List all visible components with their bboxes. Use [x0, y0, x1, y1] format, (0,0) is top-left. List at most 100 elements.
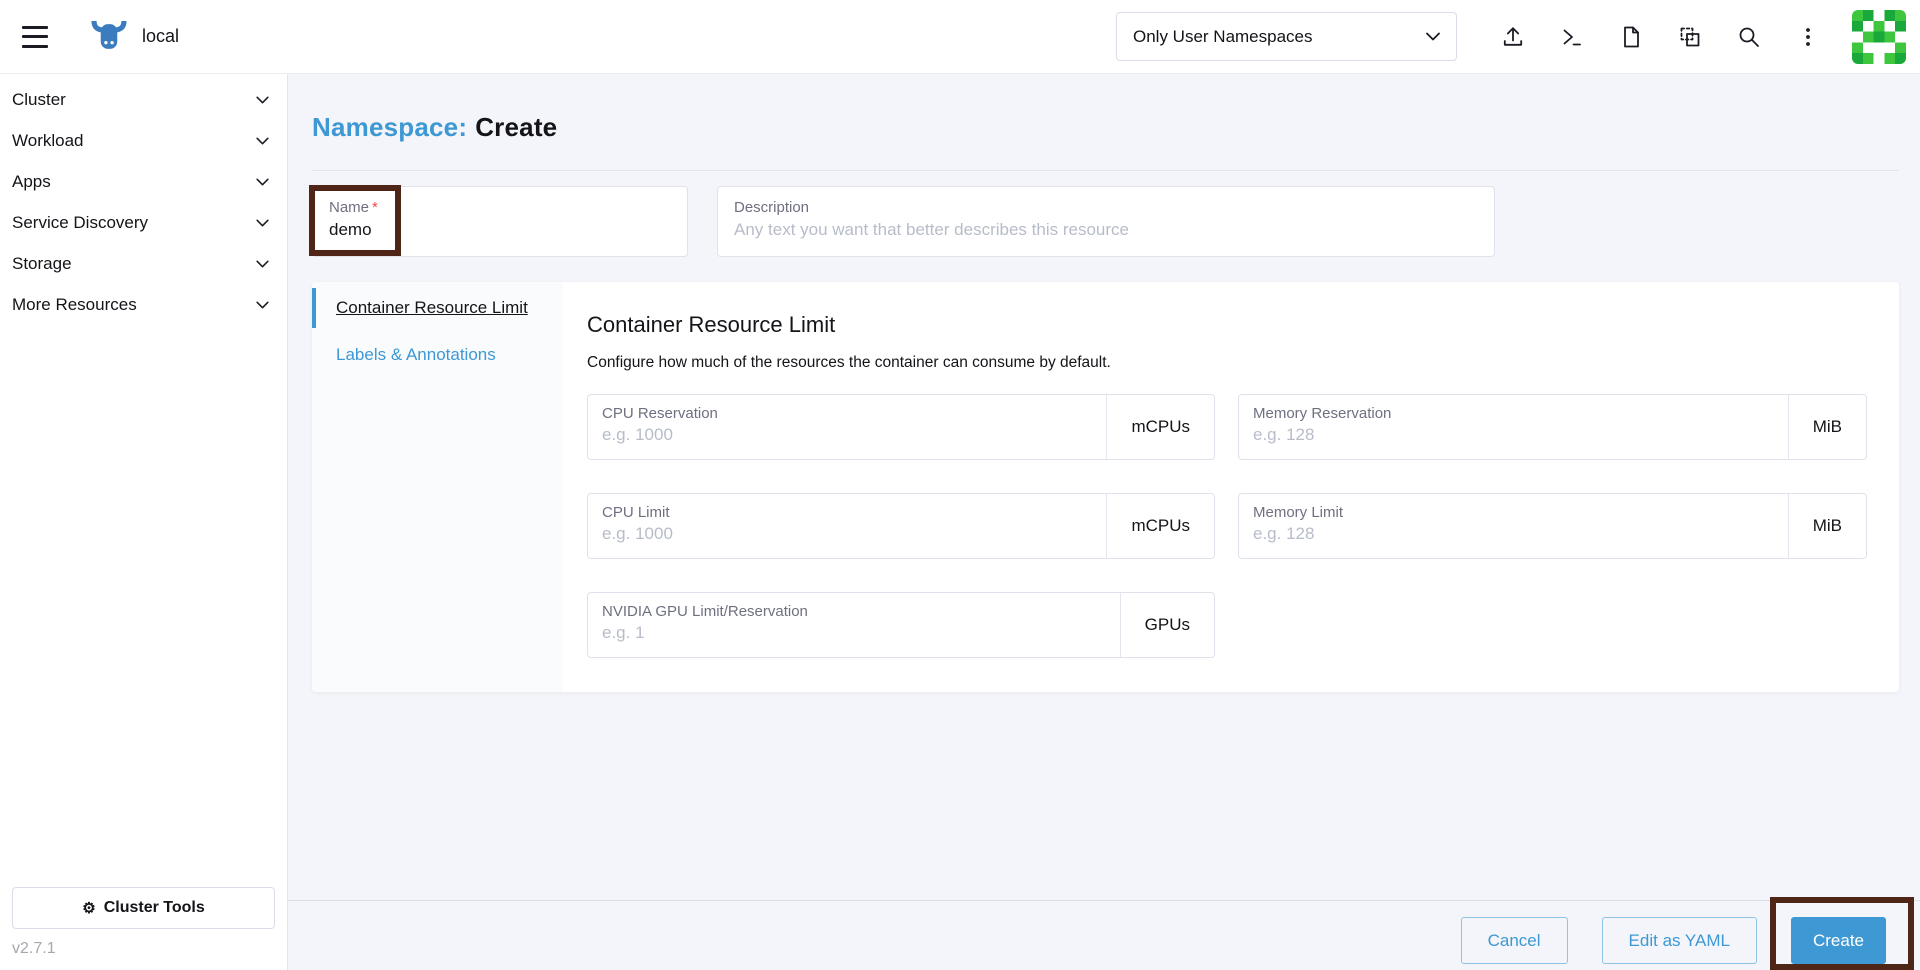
- sidebar-nav: Cluster Workload Apps Service Discovery …: [0, 74, 287, 325]
- rancher-logo-icon: [88, 21, 130, 52]
- cluster-tools-label: Cluster Tools: [103, 899, 205, 916]
- chevron-down-icon: [256, 178, 269, 185]
- top-header: local Only User Namespaces: [0, 0, 1920, 74]
- sidebar-item-more-resources[interactable]: More Resources: [0, 284, 287, 325]
- sidebar-item-label: Apps: [12, 171, 51, 191]
- sidebar-item-label: Workload: [12, 130, 84, 150]
- cpu-limit-input[interactable]: [602, 524, 1093, 544]
- tab-container-resource-limit[interactable]: Container Resource Limit: [312, 288, 563, 328]
- cluster-name-label: local: [142, 26, 180, 46]
- chevron-down-icon: [256, 96, 269, 103]
- tab-label: Container Resource Limit: [336, 298, 528, 317]
- topbar-actions: Only User Namespaces: [1116, 9, 1906, 64]
- cpu-limit-label: CPU Limit: [602, 504, 670, 521]
- chevron-down-icon: [256, 219, 269, 226]
- description-field-label: Description: [734, 199, 810, 216]
- resource-card: Container Resource Limit Labels & Annota…: [312, 282, 1899, 692]
- identicon-avatar-icon: [1852, 9, 1906, 64]
- namespace-filter-value: Only User Namespaces: [1133, 26, 1313, 46]
- memory-reservation-unit: MiB: [1787, 395, 1866, 459]
- nvidia-gpu-field[interactable]: NVIDIA GPU Limit/Reservation GPUs: [587, 592, 1215, 658]
- user-avatar[interactable]: [1852, 9, 1906, 64]
- create-button[interactable]: Create: [1790, 917, 1886, 964]
- memory-limit-unit: MiB: [1787, 494, 1866, 558]
- memory-limit-field[interactable]: Memory Limit MiB: [1238, 493, 1867, 559]
- field-main: Memory Limit: [1239, 494, 1788, 558]
- sidebar-item-storage[interactable]: Storage: [0, 243, 287, 284]
- memory-reservation-label: Memory Reservation: [1253, 405, 1392, 422]
- chevron-down-icon: [256, 301, 269, 308]
- sidebar-item-label: Service Discovery: [12, 212, 149, 232]
- memory-limit-label: Memory Limit: [1253, 504, 1344, 521]
- sidebar-item-service-discovery[interactable]: Service Discovery: [0, 202, 287, 243]
- tab-label: Labels & Annotations: [336, 345, 496, 364]
- main-content: Namespace:Create Name* Description Conta…: [288, 74, 1920, 970]
- field-main: NVIDIA GPU Limit/Reservation: [588, 593, 1120, 657]
- resource-fields-grid: CPU Reservation mCPUs Memory Reservation…: [587, 394, 1875, 658]
- field-main: CPU Limit: [588, 494, 1106, 558]
- footer-actions: Cancel Edit as YAML Create: [1460, 917, 1886, 964]
- field-main: CPU Reservation: [588, 395, 1106, 459]
- nvidia-gpu-label: NVIDIA GPU Limit/Reservation: [602, 603, 808, 620]
- cluster-tools-button[interactable]: ⚙ Cluster Tools: [12, 887, 275, 929]
- card-body: Container Resource Limit Configure how m…: [563, 282, 1899, 692]
- section-description: Configure how much of the resources the …: [587, 354, 1111, 371]
- memory-reservation-input[interactable]: [1253, 425, 1774, 445]
- sidebar-item-apps[interactable]: Apps: [0, 161, 287, 202]
- footer-divider: [288, 900, 1920, 901]
- kebab-icon: [1806, 27, 1810, 46]
- import-yaml-button[interactable]: [1498, 22, 1528, 52]
- name-label-text: Name: [329, 199, 370, 216]
- name-field[interactable]: Name *: [312, 186, 688, 257]
- sidebar: Cluster Workload Apps Service Discovery …: [0, 74, 288, 970]
- version-label: v2.7.1: [12, 940, 56, 957]
- card-tab-column: Container Resource Limit Labels & Annota…: [312, 282, 563, 692]
- description-field[interactable]: Description: [717, 186, 1495, 257]
- memory-limit-input[interactable]: [1253, 524, 1774, 544]
- required-asterisk: *: [372, 199, 378, 216]
- edit-as-yaml-button[interactable]: Edit as YAML: [1601, 917, 1757, 964]
- copy-kubeconfig-button[interactable]: [1675, 22, 1705, 52]
- cpu-reservation-field[interactable]: CPU Reservation mCPUs: [587, 394, 1215, 460]
- sidebar-item-label: More Resources: [12, 294, 137, 314]
- search-button[interactable]: [1734, 22, 1764, 52]
- page-title-resource: Namespace:: [312, 112, 468, 142]
- name-description-row: Name* Description: [312, 186, 1495, 257]
- sidebar-item-cluster[interactable]: Cluster: [0, 79, 287, 120]
- page-title: Namespace: Create: [312, 112, 557, 143]
- page-title-action: Create: [475, 112, 558, 142]
- chevron-down-icon: [1426, 32, 1440, 41]
- search-icon: [1739, 27, 1759, 47]
- cpu-limit-unit: mCPUs: [1106, 494, 1214, 558]
- file-icon: [1624, 26, 1639, 47]
- memory-reservation-field[interactable]: Memory Reservation MiB: [1238, 394, 1867, 460]
- terminal-icon: [1563, 29, 1581, 45]
- nvidia-gpu-unit: GPUs: [1119, 593, 1214, 657]
- chevron-down-icon: [256, 260, 269, 267]
- cpu-limit-field[interactable]: CPU Limit mCPUs: [587, 493, 1215, 559]
- hamburger-menu-button[interactable]: [20, 25, 50, 49]
- nvidia-gpu-input[interactable]: [602, 623, 1106, 643]
- upload-icon: [1503, 26, 1523, 46]
- name-input[interactable]: [329, 220, 671, 240]
- title-divider: [312, 170, 1899, 171]
- kubectl-shell-button[interactable]: [1557, 22, 1587, 52]
- tab-labels-annotations[interactable]: Labels & Annotations: [312, 335, 563, 375]
- gear-icon: ⚙: [82, 899, 96, 917]
- copy-icon: [1680, 27, 1700, 46]
- kubeconfig-file-button[interactable]: [1616, 22, 1646, 52]
- namespace-filter-select[interactable]: Only User Namespaces: [1116, 12, 1457, 61]
- cancel-button[interactable]: Cancel: [1460, 917, 1568, 964]
- cpu-reservation-unit: mCPUs: [1106, 395, 1214, 459]
- chevron-down-icon: [256, 137, 269, 144]
- cluster-brand[interactable]: local: [88, 21, 179, 52]
- description-input[interactable]: [734, 220, 1478, 240]
- kebab-menu-button[interactable]: [1793, 22, 1823, 52]
- sidebar-item-label: Storage: [12, 253, 72, 273]
- cpu-reservation-label: CPU Reservation: [602, 405, 718, 422]
- sidebar-item-label: Cluster: [12, 89, 66, 109]
- section-heading: Container Resource Limit: [587, 312, 836, 337]
- cpu-reservation-input[interactable]: [602, 425, 1093, 445]
- name-field-label: Name *: [329, 199, 671, 216]
- sidebar-item-workload[interactable]: Workload: [0, 120, 287, 161]
